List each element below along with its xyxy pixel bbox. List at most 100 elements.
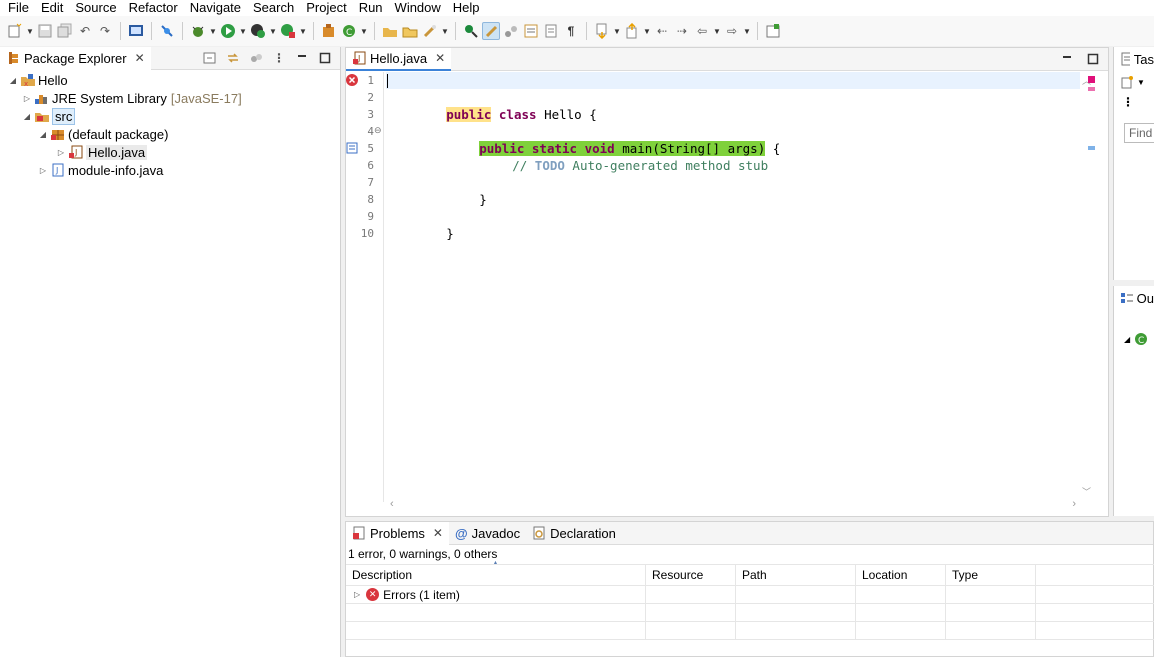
run-icon[interactable]: [219, 22, 237, 40]
menu-navigate[interactable]: Navigate: [184, 0, 247, 16]
new-class-dropdown-icon[interactable]: ▼: [360, 22, 368, 40]
expand-icon[interactable]: ▷: [22, 94, 32, 103]
column-header-type[interactable]: Type: [946, 565, 1036, 585]
expand-icon[interactable]: ▷: [354, 590, 360, 599]
debug-dropdown-icon[interactable]: ▼: [209, 22, 217, 40]
expand-icon[interactable]: ◢: [22, 112, 32, 121]
menu-source[interactable]: Source: [69, 0, 122, 16]
new-java-package-icon[interactable]: [320, 22, 338, 40]
mark-occurrences-icon[interactable]: [482, 22, 500, 40]
filters-icon[interactable]: [249, 51, 263, 65]
expand-icon[interactable]: ◢: [1124, 335, 1130, 344]
class-icon[interactable]: C: [1134, 332, 1148, 346]
external-tools-icon[interactable]: [279, 22, 297, 40]
task-list-title[interactable]: Tas: [1134, 52, 1154, 67]
code-editor[interactable]: public class Hello { public static void …: [386, 72, 1080, 502]
outline-title[interactable]: Ou: [1137, 291, 1154, 306]
collapse-all-icon[interactable]: [203, 51, 217, 65]
forward-dropdown-icon[interactable]: ▼: [743, 22, 751, 40]
tree-item-hello-java[interactable]: ▷ J Hello.java: [0, 143, 340, 161]
tree-item-project[interactable]: ◢ x Hello: [0, 71, 340, 89]
maximize-icon[interactable]: [1086, 52, 1100, 66]
minimize-icon[interactable]: [295, 51, 309, 65]
open-type-icon[interactable]: [381, 22, 399, 40]
open-perspective-icon[interactable]: [764, 22, 782, 40]
new-task-icon[interactable]: [1120, 75, 1134, 89]
table-row[interactable]: ▷ ✕ Errors (1 item): [346, 586, 1154, 604]
skip-breakpoints-icon[interactable]: [158, 22, 176, 40]
open-folder-icon[interactable]: [401, 22, 419, 40]
next-annotation-icon[interactable]: [462, 22, 480, 40]
close-icon[interactable]: ✕: [433, 526, 443, 540]
show-source-icon[interactable]: [542, 22, 560, 40]
view-menu-icon[interactable]: ⋮: [272, 51, 286, 65]
back-dropdown-icon[interactable]: ▼: [713, 22, 721, 40]
close-icon[interactable]: ✕: [435, 51, 445, 65]
view-menu-icon[interactable]: ⋮: [1122, 95, 1134, 109]
terminal-icon[interactable]: [127, 22, 145, 40]
coverage-dropdown-icon[interactable]: ▼: [269, 22, 277, 40]
tab-javadoc[interactable]: @ Javadoc: [449, 522, 526, 545]
save-icon[interactable]: [36, 22, 54, 40]
menu-search[interactable]: Search: [247, 0, 300, 16]
minimize-icon[interactable]: [1060, 52, 1074, 66]
highlight-icon[interactable]: [502, 22, 520, 40]
annotation-overview-marker[interactable]: [1088, 87, 1095, 91]
new-icon[interactable]: [6, 22, 24, 40]
tab-problems[interactable]: Problems ✕: [346, 521, 449, 545]
column-header-path[interactable]: Path: [736, 565, 856, 585]
tree-item-jre[interactable]: ▷ JRE System Library [JavaSE-17]: [0, 89, 340, 107]
tree-item-default-package[interactable]: ◢ (default package): [0, 125, 340, 143]
task-overview-marker[interactable]: [1088, 146, 1095, 150]
menu-window[interactable]: Window: [389, 0, 447, 16]
last-edit-location-icon[interactable]: ⇠: [653, 22, 671, 40]
link-with-editor-icon[interactable]: [226, 51, 240, 65]
menu-project[interactable]: Project: [300, 0, 352, 16]
expand-icon[interactable]: ▷: [56, 148, 66, 157]
menu-refactor[interactable]: Refactor: [123, 0, 184, 16]
expand-icon[interactable]: ◢: [8, 76, 18, 85]
tree-item-src[interactable]: ◢ src: [0, 107, 340, 125]
find-input[interactable]: Find: [1124, 123, 1154, 143]
previous-edit-dropdown-icon[interactable]: ▼: [643, 22, 651, 40]
previous-edit-icon[interactable]: [623, 22, 641, 40]
show-whitespace-icon[interactable]: ¶: [562, 22, 580, 40]
forward-edit-location-icon[interactable]: ⇢: [673, 22, 691, 40]
tab-package-explorer[interactable]: Package Explorer ✕: [0, 46, 151, 70]
new-dropdown-icon[interactable]: ▼: [26, 22, 34, 40]
next-edit-dropdown-icon[interactable]: ▼: [613, 22, 621, 40]
new-java-class-icon[interactable]: C: [340, 22, 358, 40]
menu-edit[interactable]: Edit: [35, 0, 69, 16]
close-icon[interactable]: ✕: [135, 51, 145, 65]
menu-run[interactable]: Run: [353, 0, 389, 16]
search-icon[interactable]: [421, 22, 439, 40]
error-overview-marker[interactable]: [1088, 76, 1095, 83]
expand-icon[interactable]: ▷: [38, 166, 48, 175]
tab-hello-java[interactable]: J Hello.java ✕: [346, 47, 452, 71]
block-selection-icon[interactable]: [522, 22, 540, 40]
expand-icon[interactable]: ◢: [38, 130, 48, 139]
menu-file[interactable]: File: [2, 0, 35, 16]
search-dropdown-icon[interactable]: ▼: [441, 22, 449, 40]
redo-icon[interactable]: ↷: [96, 22, 114, 40]
column-header-location[interactable]: Location: [856, 565, 946, 585]
run-dropdown-icon[interactable]: ▼: [239, 22, 247, 40]
maximize-icon[interactable]: [318, 51, 332, 65]
tree-item-module-info[interactable]: ▷ J module-info.java: [0, 161, 340, 179]
save-all-icon[interactable]: [56, 22, 74, 40]
back-icon[interactable]: ⇦: [693, 22, 711, 40]
external-tools-dropdown-icon[interactable]: ▼: [299, 22, 307, 40]
fold-icon[interactable]: ⊖: [374, 125, 382, 136]
editor-horizontal-scrollbar[interactable]: ‹ ›: [386, 498, 1080, 514]
new-task-dropdown-icon[interactable]: ▼: [1137, 78, 1145, 87]
column-header-resource[interactable]: Resource: [646, 565, 736, 585]
forward-icon[interactable]: ⇨: [723, 22, 741, 40]
column-header-description[interactable]: Description: [346, 565, 646, 585]
coverage-icon[interactable]: [249, 22, 267, 40]
undo-icon[interactable]: ↶: [76, 22, 94, 40]
debug-icon[interactable]: [189, 22, 207, 40]
scroll-left-icon[interactable]: ‹: [390, 498, 394, 510]
next-edit-icon[interactable]: [593, 22, 611, 40]
menu-help[interactable]: Help: [447, 0, 486, 16]
scroll-right-icon[interactable]: ›: [1072, 498, 1076, 510]
